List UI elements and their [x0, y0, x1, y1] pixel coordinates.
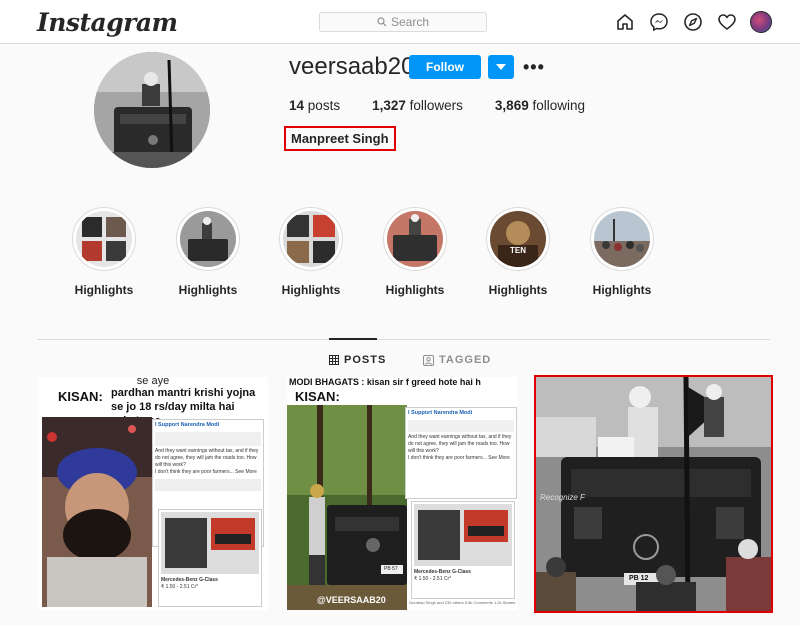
- post-1-car-card: Mercedes-Benz G-Class ₹ 1.50 - 2.51 Cr*: [158, 509, 262, 607]
- post-2-car-card: Mercedes-Benz G-Class ₹ 1.50 - 2.51 Cr*: [411, 501, 515, 599]
- more-options-button[interactable]: •••: [523, 57, 545, 78]
- story-highlight-2[interactable]: Highlights: [168, 207, 248, 297]
- search-input[interactable]: Search: [319, 12, 487, 32]
- post-1-portrait: [42, 417, 152, 607]
- post-2-watermark: @VEERSAAB20: [317, 595, 386, 605]
- profile-full-name: Manpreet Singh: [284, 126, 396, 151]
- story-highlight-5[interactable]: TEN Highlights: [478, 207, 558, 297]
- post-1-top-text: se aye: [136, 377, 170, 387]
- active-tab-indicator: [329, 338, 377, 340]
- heart-icon[interactable]: [716, 11, 738, 33]
- posts-stat: 14 posts: [289, 98, 341, 113]
- profile-username: veersaab20: [289, 53, 415, 80]
- followers-stat[interactable]: 1,327 followers: [372, 98, 463, 113]
- post-tile-2[interactable]: MODI BHAGATS : kisan sir f greed hote ha…: [287, 377, 517, 610]
- post-tile-1[interactable]: se aye KISAN: pardhan mantri krishi yojn…: [38, 377, 268, 610]
- instagram-logo[interactable]: Instagram: [37, 8, 178, 37]
- home-icon[interactable]: [614, 11, 636, 33]
- profile-stats: 14 posts 1,327 followers 3,869 following: [289, 98, 617, 113]
- follow-button[interactable]: Follow: [409, 55, 481, 79]
- post-2-plate: PB 57: [383, 565, 399, 573]
- post-2-tweet: I Support Narendra Modi And they want ea…: [405, 407, 517, 499]
- chevron-down-icon: [496, 64, 506, 70]
- tabs-divider: [37, 339, 770, 340]
- story-highlight-3[interactable]: Highlights: [271, 207, 351, 297]
- profile-picture[interactable]: [94, 52, 210, 168]
- search-icon: [377, 17, 387, 27]
- post-2-header: MODI BHAGATS : kisan sir f greed hote ha…: [289, 377, 481, 387]
- post-3-banner-text: Recognize F: [540, 493, 585, 502]
- post-2-photo: [287, 405, 407, 610]
- grid-icon: [329, 355, 339, 365]
- following-stat[interactable]: 3,869 following: [495, 98, 585, 113]
- nav-icons: [614, 11, 772, 33]
- tagged-icon: [423, 354, 434, 366]
- messenger-icon[interactable]: [648, 11, 670, 33]
- post-3-plate: PB 12: [629, 575, 649, 582]
- tab-tagged[interactable]: TAGGED: [423, 354, 491, 366]
- search-placeholder: Search: [390, 15, 430, 29]
- story-highlight-6[interactable]: Highlights: [582, 207, 662, 297]
- tab-posts[interactable]: POSTS: [329, 354, 386, 366]
- post-tile-3-highlighted[interactable]: PB 12 Recognize F: [534, 375, 773, 613]
- post-2-footer: Gurdeep Singh and 235 others 5.8k Commen…: [409, 600, 516, 605]
- top-navigation-bar: Instagram Search: [0, 0, 800, 44]
- svg-text:TEN: TEN: [510, 246, 526, 255]
- post-2-kisan-label: KISAN:: [295, 389, 340, 404]
- story-highlight-1[interactable]: Highlights: [64, 207, 144, 297]
- story-highlight-4[interactable]: Highlights: [375, 207, 455, 297]
- post-1-kisan-label: KISAN:: [58, 389, 103, 404]
- suggested-accounts-dropdown[interactable]: [488, 55, 514, 79]
- profile-avatar[interactable]: [750, 11, 772, 33]
- explore-icon[interactable]: [682, 11, 704, 33]
